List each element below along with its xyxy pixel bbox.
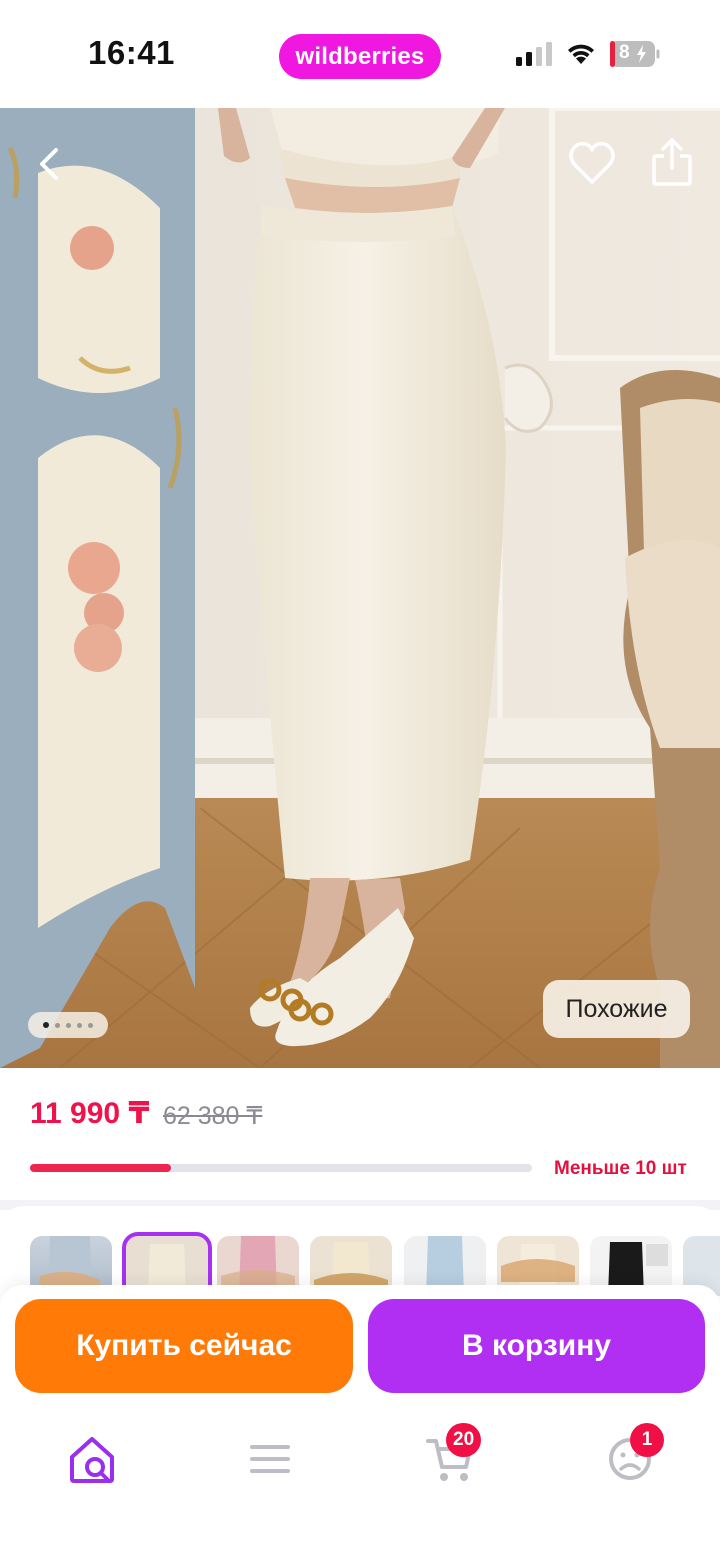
current-price: 11 990 ₸ <box>30 1097 150 1130</box>
gallery-dot <box>88 1022 93 1028</box>
cellular-signal-icon <box>516 42 552 66</box>
status-bar: 16:41 wildberries 8 <box>0 0 720 108</box>
stock-label: Меньше 10 шт <box>554 1158 687 1179</box>
product-photo <box>0 108 720 1068</box>
buy-now-button[interactable]: Купить сейчас <box>15 1299 353 1393</box>
brand-logo: wildberries <box>279 34 441 79</box>
wifi-icon <box>568 44 594 64</box>
battery-icon: 8 <box>610 41 660 67</box>
battery-level: 8 <box>619 42 630 63</box>
bottom-tab-bar: 20 1 <box>0 1403 720 1561</box>
favorite-heart-icon[interactable] <box>566 138 618 188</box>
purchase-action-bar: Купить сейчас В корзину <box>0 1285 720 1403</box>
stock-progress-bar <box>30 1164 532 1172</box>
gallery-dot <box>77 1022 82 1028</box>
gallery-dot <box>55 1022 60 1028</box>
add-to-cart-button[interactable]: В корзину <box>368 1299 705 1393</box>
status-time: 16:41 <box>88 34 175 71</box>
share-icon[interactable] <box>650 136 694 188</box>
product-image-gallery[interactable]: Похожие <box>0 108 720 1068</box>
gallery-dot <box>66 1022 71 1028</box>
old-price: 62 380 ₸ <box>163 1102 263 1130</box>
catalog-menu-icon[interactable] <box>242 1431 298 1487</box>
gallery-pagination <box>28 1012 108 1038</box>
cart-count-badge: 20 <box>446 1423 482 1457</box>
profile-notification-badge: 1 <box>630 1423 664 1457</box>
color-variants <box>0 1206 720 1296</box>
gallery-dot <box>43 1022 49 1028</box>
stock-progress-fill <box>30 1164 171 1172</box>
similar-products-button[interactable]: Похожие <box>543 980 690 1038</box>
price-card: 11 990 ₸ 62 380 ₸ Меньше 10 шт <box>0 1068 720 1200</box>
back-icon[interactable] <box>30 142 70 186</box>
home-search-icon[interactable] <box>64 1431 120 1487</box>
